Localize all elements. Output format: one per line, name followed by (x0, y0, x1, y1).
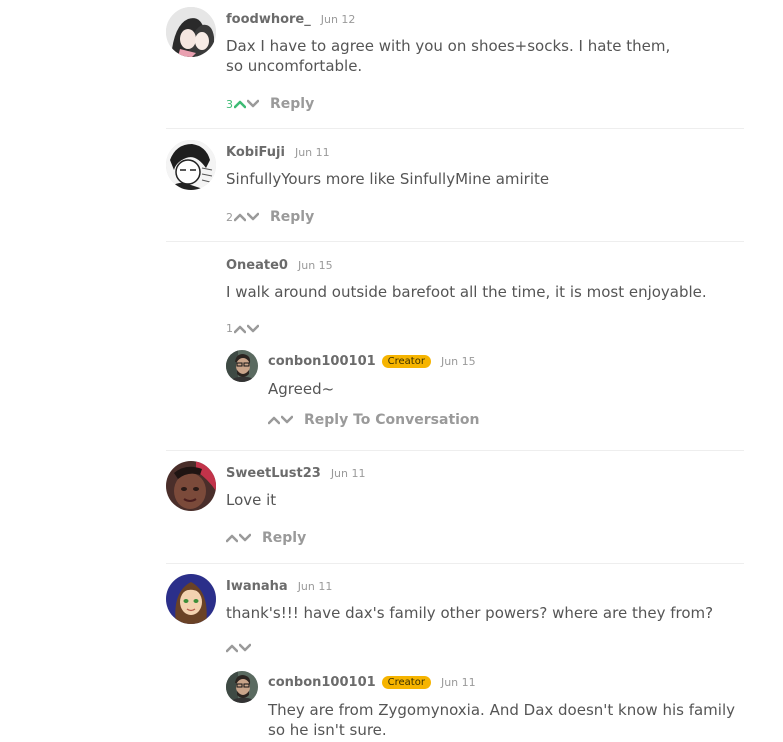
downvote-icon[interactable] (281, 415, 293, 425)
comment-text: Dax I have to agree with you on shoes+so… (226, 37, 671, 75)
comment-username[interactable]: conbon100101 (268, 354, 376, 369)
avatar[interactable] (166, 7, 216, 57)
comment-text: I walk around outside barefoot all the t… (226, 283, 707, 301)
comment-date: Jun 15 (297, 259, 333, 272)
vote-count: 1 (226, 322, 233, 335)
comment-username[interactable]: Iwanaha (226, 579, 288, 594)
vote-count: 2 (226, 210, 233, 224)
upvote-icon[interactable] (226, 643, 238, 653)
reply-button[interactable]: Reply (270, 96, 314, 112)
comment-username[interactable]: Oneate0 (226, 258, 288, 273)
avatar[interactable] (166, 461, 216, 511)
upvote-icon[interactable] (234, 324, 246, 334)
creator-badge: Creator (381, 355, 431, 368)
vote-count: 3 (226, 97, 233, 111)
comment-username[interactable]: SweetLust23 (226, 466, 321, 481)
downvote-icon[interactable] (247, 212, 259, 222)
avatar[interactable] (166, 140, 216, 190)
creator-avatar-icon (226, 671, 258, 703)
reply-to-conversation-button[interactable]: Reply To Conversation (304, 412, 480, 428)
comment-text: Agreed~ (268, 380, 335, 398)
downvote-icon[interactable] (239, 643, 251, 653)
creator-badge: Creator (381, 676, 431, 689)
avatar[interactable] (226, 671, 258, 703)
upvote-icon[interactable] (226, 533, 238, 543)
downvote-icon[interactable] (247, 324, 259, 334)
creator-avatar-icon (226, 350, 258, 382)
upvote-icon[interactable] (234, 212, 246, 222)
comment-date: Jun 11 (440, 676, 476, 689)
comment-text: thank's!!! have dax's family other power… (226, 604, 714, 622)
comment-date: Jun 15 (440, 355, 476, 368)
anime-couple-avatar-icon (166, 7, 216, 57)
avatar[interactable] (226, 350, 258, 382)
photo-avatar-icon (166, 461, 216, 511)
divider (166, 563, 744, 564)
comment-date: Jun 12 (320, 13, 356, 26)
comment-text: They are from Zygomynoxia. And Dax doesn… (268, 701, 736, 739)
comment-date: Jun 11 (297, 580, 333, 593)
divider (166, 241, 744, 242)
avatar[interactable] (166, 574, 216, 624)
comment-date: Jun 11 (294, 146, 330, 159)
downvote-icon[interactable] (247, 99, 259, 109)
downvote-icon[interactable] (239, 533, 251, 543)
comment-username[interactable]: foodwhore_ (226, 12, 311, 27)
comment-date: Jun 11 (330, 467, 366, 480)
manga-avatar-icon (166, 140, 216, 190)
divider (166, 128, 744, 129)
divider (166, 450, 744, 451)
comment-username[interactable]: KobiFuji (226, 145, 285, 160)
reply-button[interactable]: Reply (262, 530, 306, 546)
reply-button[interactable]: Reply (270, 209, 314, 225)
cartoon-girl-avatar-icon (166, 574, 216, 624)
upvote-icon[interactable] (268, 415, 280, 425)
comment-text: SinfullyYours more like SinfullyMine ami… (226, 170, 550, 188)
upvote-icon[interactable] (234, 99, 246, 109)
comment-text: Love it (226, 491, 277, 509)
comment-username[interactable]: conbon100101 (268, 675, 376, 690)
